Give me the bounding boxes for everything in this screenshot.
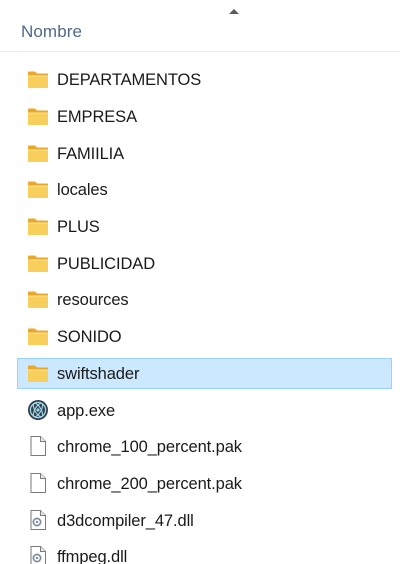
folder-icon [27,178,49,200]
folder-row[interactable]: locales [17,174,392,205]
folder-icon [27,325,49,347]
folder-row[interactable]: DEPARTAMENTOS [17,64,392,95]
file-name-label: PLUS [57,218,100,236]
app-exe-icon [27,399,49,421]
file-icon [27,435,49,457]
folder-row[interactable]: PUBLICIDAD [17,248,392,279]
dll-icon [27,509,49,531]
file-name-label: DEPARTAMENTOS [57,71,202,89]
folder-row[interactable]: resources [17,284,392,315]
column-header: Nombre [0,0,400,52]
file-name-label: d3dcompiler_47.dll [57,512,194,530]
folder-icon [27,142,49,164]
file-name-label: EMPRESA [57,108,137,126]
header-divider [0,51,400,52]
column-header-name[interactable]: Nombre [21,22,82,42]
folder-row[interactable]: SONIDO [17,321,392,352]
file-name-label: resources [57,291,129,309]
file-row[interactable]: d3dcompiler_47.dll [17,505,392,536]
folder-row[interactable]: PLUS [17,211,392,242]
folder-icon [27,68,49,90]
folder-icon [27,362,49,384]
file-row[interactable]: chrome_200_percent.pak [17,468,392,499]
folder-icon [27,252,49,274]
folder-row[interactable]: FAMIILIA [17,138,392,169]
file-name-label: PUBLICIDAD [57,255,156,273]
file-name-label: app.exe [57,402,116,420]
folder-icon [27,215,49,237]
sort-ascending-icon[interactable] [229,9,239,14]
file-explorer-list: Nombre DEPARTAMENTOS EMPRESA FAMIILIA local… [0,0,400,564]
folder-row[interactable]: EMPRESA [17,101,392,132]
file-row[interactable]: app.exe [17,395,392,426]
file-icon [27,472,49,494]
dll-icon [27,545,49,564]
folder-icon [27,288,49,310]
file-name-label: chrome_100_percent.pak [57,438,242,456]
file-name-label: locales [57,181,108,199]
file-name-label: ffmpeg.dll [57,548,128,564]
file-name-label: SONIDO [57,328,122,346]
file-row[interactable]: ffmpeg.dll [17,541,392,564]
folder-icon [27,105,49,127]
folder-row[interactable]: swiftshader [17,358,392,389]
file-row[interactable]: chrome_100_percent.pak [17,431,392,462]
file-name-label: swiftshader [57,365,140,383]
file-name-label: chrome_200_percent.pak [57,475,242,493]
file-name-label: FAMIILIA [57,145,125,163]
